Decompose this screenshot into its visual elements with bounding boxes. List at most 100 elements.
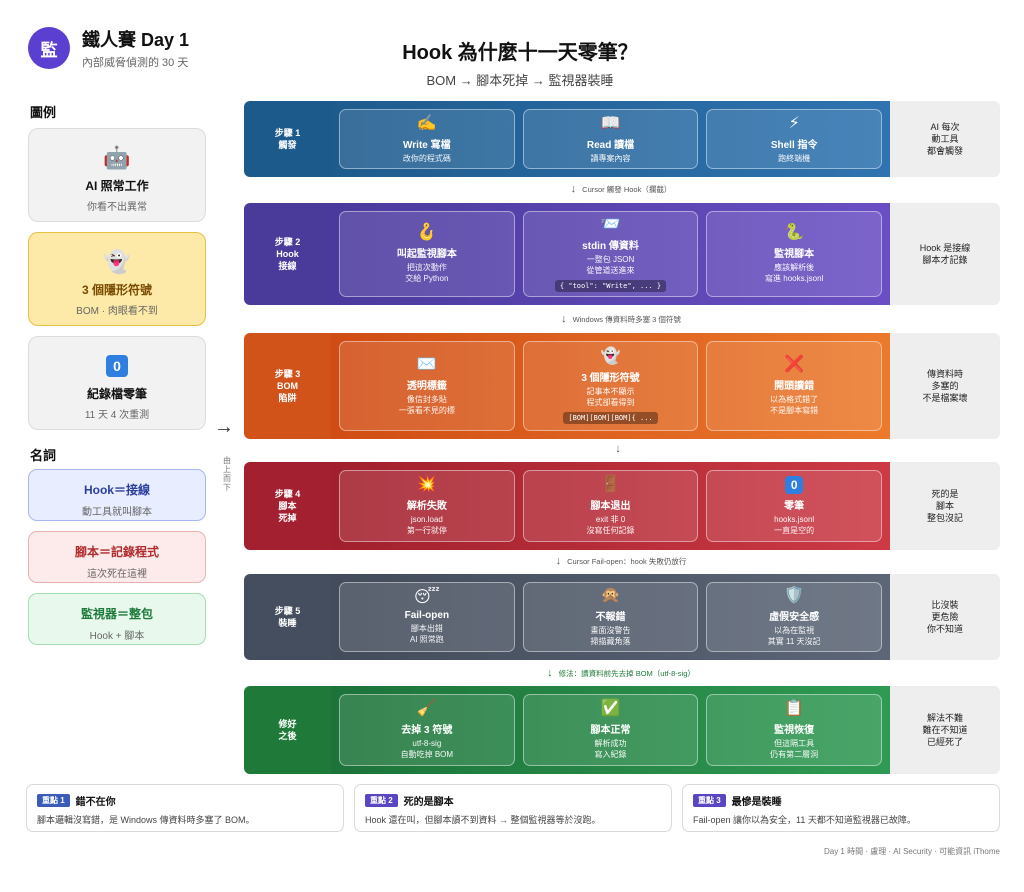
code-snippet: [BOM][BOM][BOM]{ ... <box>563 412 658 424</box>
flow-row: 步驟 2 Hook 接線 🪝 叫起監視腳本 把這次動作 交給 Python 📨 stdin… <box>244 203 1000 305</box>
term-subtitle: 動工具就叫腳本 <box>82 507 152 518</box>
flow-row: 步驟 1 觸發 ✍️ Write 寫檔 改你的程式碼 📖 Read 讀檔 讀專案內容 ⚡ She… <box>244 101 1000 177</box>
term-card: 監視器＝整包 Hook + 腳本 <box>28 593 206 645</box>
shield-icon: 🛡️ <box>784 587 805 604</box>
step-label: 步驟 5 裝睡 <box>244 574 331 660</box>
legend-subtitle: 11 天 4 次重測 <box>84 410 150 421</box>
ghost-icon: 👻 <box>103 249 131 274</box>
card-subtitle: 但這隔工具 仍有第二層洞 <box>770 739 819 759</box>
step-label: 修好 之後 <box>244 686 331 774</box>
side-note: AI 每次 動工具 都會觸發 <box>890 101 1000 177</box>
card-subtitle: utf-8-sig 自動吃掉 BOM <box>400 739 454 759</box>
flow-card: ✅ 腳本正常 解析成功 寫入紀錄 <box>522 694 699 766</box>
card-title: 去掉 3 符號 <box>401 725 453 736</box>
door-icon: 🚪 <box>600 476 621 493</box>
note-badge: 重點 2 <box>365 794 398 807</box>
note-badge: 重點 3 <box>693 794 726 807</box>
card-subtitle: 改你的程式碼 <box>402 153 451 163</box>
card-group: 💥 解析失敗 json.load 第一行就停 🚪 腳本退出 exit 非 0 沒寫任何記錄… <box>331 462 890 550</box>
note-title: 最慘是裝睡 <box>731 797 782 808</box>
card-title: 虛假安全感 <box>769 612 820 623</box>
note-body: 腳本邏輯沒寫錯，是 Windows 傳資料時多塞了 BOM。 <box>37 815 255 825</box>
card-title: 開頭讀錯 <box>774 381 815 392</box>
note-body: Fail-open 讓你以為安全，11 天都不知道監視器已故障。 <box>693 815 916 825</box>
connector: ↓ Cursor Fail-open：hook 失敗仍放行 <box>331 555 911 567</box>
card-subtitle: json.load 第一行就停 <box>406 515 447 535</box>
brand-title: 鐵人賽 Day 1 <box>82 30 190 50</box>
flow-card: 📋 監視恢復 但這隔工具 仍有第二層洞 <box>706 694 883 766</box>
legend-title: 紀錄檔零筆 <box>86 387 147 401</box>
legend-heading: 圖例 <box>30 105 57 120</box>
flow-row: 步驟 3 BOM 陷阱 ✉️ 透明標籤 像信封多貼 一張看不見的標 👻 3 個隱形符號 記事… <box>244 333 1000 439</box>
card-subtitle: 一整包 JSON 從管道送進來 <box>586 255 635 275</box>
envelope-icon: ✉️ <box>416 356 437 373</box>
card-subtitle: 記事本不顯示 程式卻看得到 <box>586 387 635 407</box>
card-title: Read 讀檔 <box>586 139 635 151</box>
card-group: ✉️ 透明標籤 像信封多貼 一張看不見的標 👻 3 個隱形符號 記事本不顯示 程式卻看得到… <box>331 333 890 439</box>
zero-icon: 0 <box>106 355 128 377</box>
card-title: 3 個隱形符號 <box>581 373 640 384</box>
card-subtitle: exit 非 0 沒寫任何記錄 <box>586 515 635 535</box>
flow-card: ✍️ Write 寫檔 改你的程式碼 <box>339 109 515 169</box>
legend-card: 🤖 AI 照常工作 你看不出異常 <box>28 128 206 222</box>
terms-heading: 名詞 <box>30 448 57 463</box>
flow-card: 💥 解析失敗 json.load 第一行就停 <box>339 470 515 542</box>
side-note: 比沒裝 更危險 你不知道 <box>890 574 1000 660</box>
card-title: 零筆 <box>784 501 805 512</box>
down-arrow-icon: ↓ <box>570 183 577 195</box>
vertical-note: 由上而下 <box>223 456 231 492</box>
flow-card: 🐍 監視腳本 應該解析後 寫進 hooks.jsonl <box>706 211 883 297</box>
card-subtitle: 應該解析後 寫進 hooks.jsonl <box>765 263 824 283</box>
connector-label: Windows 傳資料時多塞 3 個符號 <box>572 315 681 324</box>
side-note: 解法不難 難在不知道 已經死了 <box>890 686 1000 774</box>
brand-text: 鐵人賽 Day 1 內部威脅偵測的 30 天 <box>82 26 189 70</box>
term-card: 腳本＝記錄程式 這次死在這裡 <box>28 531 206 583</box>
card-group: ✍️ Write 寫檔 改你的程式碼 📖 Read 讀檔 讀專案內容 ⚡ Shell 指令 跑終… <box>331 101 890 177</box>
card-title: 腳本正常 <box>590 725 631 736</box>
card-title: 不報錯 <box>595 612 626 623</box>
flow-card: 👻 3 個隱形符號 記事本不顯示 程式卻看得到 [BOM][BOM][BOM]{ ..… <box>522 341 699 431</box>
page-subtitle: BOM → 腳本死掉 → 監視器裝睡 <box>426 73 614 88</box>
flow-card: 📖 Read 讀檔 讀專案內容 <box>522 109 699 169</box>
brand-logo: 監 <box>28 27 70 69</box>
connector: ↓ 修法：讀資料前先去掉 BOM（utf-8-sig） <box>331 667 911 679</box>
card-subtitle: 以為在監視 其實 11 天沒記 <box>767 626 821 646</box>
card-title: 叫起監視腳本 <box>396 249 457 260</box>
flow-row: 修好 之後 🧹 去掉 3 符號 utf-8-sig 自動吃掉 BOM ✅ 腳本正常 解析成功… <box>244 686 1000 774</box>
card-subtitle: 畫面沒警告 掃描藏角落 <box>590 626 631 646</box>
flow-card: 0 零筆 hooks.jsonl 一直是空的 <box>706 470 883 542</box>
flow-card: 🪝 叫起監視腳本 把這次動作 交給 Python <box>339 211 515 297</box>
card-title: 監視腳本 <box>774 249 815 260</box>
flow-card: ✉️ 透明標籤像信封多貼 一張看不見的標 <box>339 341 515 431</box>
down-arrow-icon: ↓ <box>615 443 621 455</box>
card-subtitle: 以為格式錯了 不是腳本寫錯 <box>770 395 819 415</box>
flow-card: ⚡ Shell 指令 跑終端機 <box>706 109 883 169</box>
flow-card: 🚪 腳本退出 exit 非 0 沒寫任何記錄 <box>522 470 699 542</box>
flow-card: 🙊 不報錯 畫面沒警告 掃描藏角落 <box>522 582 699 652</box>
card-title: Fail-open <box>404 610 450 621</box>
legend-title: 3 個隱形符號 <box>81 283 152 297</box>
footer: Day 1 時間 · 盧理 · AI Security · 可能資訊 iThom… <box>823 847 1000 856</box>
flow-card: 📨 stdin 傳資料 一整包 JSON 從管道送進來 { "tool": "Writ… <box>522 211 699 297</box>
flow-card: 😴 Fail-open 腳本出錯 AI 照常跑 <box>339 582 515 652</box>
side-note: 傳資料時 多塞的 不是檔案壞 <box>890 333 1000 439</box>
zero-icon: 0 <box>785 476 804 494</box>
card-title: 腳本退出 <box>590 501 631 512</box>
card-group: 😴 Fail-open 腳本出錯 AI 照常跑 🙊 不報錯 畫面沒警告 掃描藏角落 🛡️ 虛假… <box>331 574 890 660</box>
card-subtitle: 像信封多貼 一張看不見的標 <box>398 395 455 415</box>
flow-row: 步驟 4 腳本 死掉 💥 解析失敗 json.load 第一行就停 🚪 腳本退出 exit … <box>244 462 1000 550</box>
card-title: Write 寫檔 <box>403 139 451 151</box>
card-title: 透明標籤 <box>406 381 447 392</box>
step-label: 步驟 4 腳本 死掉 <box>244 462 331 550</box>
note-badge: 重點 1 <box>37 794 70 807</box>
note-body: Hook 還在叫，但腳本讀不到資料 → 整個監視器等於沒跑。 <box>365 815 601 825</box>
term-title: Hook＝接線 <box>83 483 150 497</box>
term-title: 監視器＝整包 <box>80 607 153 621</box>
side-note: Hook 是接線 腳本才記錄 <box>890 203 1000 305</box>
broom-icon: 🧹 <box>416 700 437 717</box>
card-title: stdin 傳資料 <box>582 241 639 252</box>
check-icon: ✅ <box>600 700 621 717</box>
incoming-envelope-icon: 📨 <box>600 216 621 233</box>
card-group: 🪝 叫起監視腳本 把這次動作 交給 Python 📨 stdin 傳資料一整包 JSON… <box>331 203 890 305</box>
down-arrow-icon: ↓ <box>561 313 567 325</box>
